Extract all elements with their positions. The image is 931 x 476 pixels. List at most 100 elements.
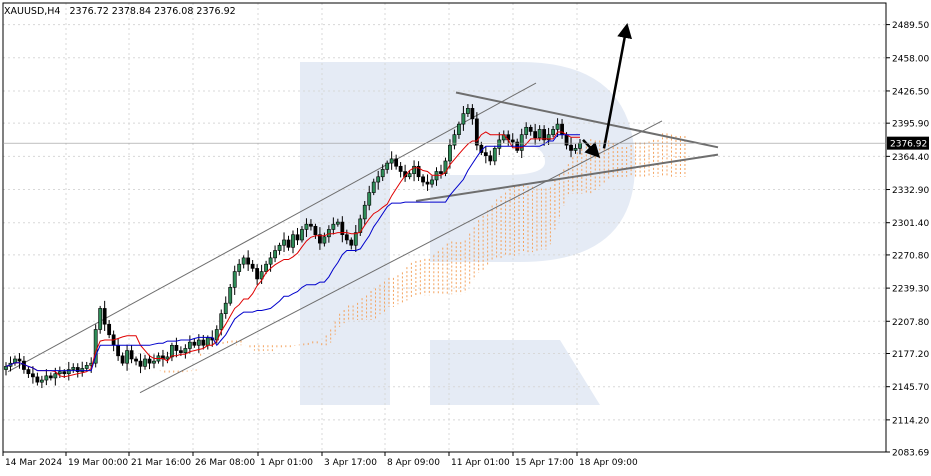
candle-body <box>255 268 260 280</box>
candle-body <box>362 204 367 220</box>
candle-body <box>165 356 170 360</box>
candle-body <box>192 341 197 346</box>
y-tick-label: 2177.20 <box>892 350 929 360</box>
candle-body <box>439 171 443 174</box>
candle-body <box>31 373 35 378</box>
candle-body <box>421 176 425 183</box>
y-tick-label: 2114.20 <box>892 416 929 426</box>
candle-body <box>102 308 107 325</box>
last-price-label: 2376.92 <box>890 140 927 150</box>
candle-body <box>237 263 242 272</box>
candle-body <box>57 371 62 375</box>
candle-body <box>250 263 255 269</box>
y-tick-label: 2426.50 <box>892 87 929 97</box>
candle-body <box>125 350 129 364</box>
chart-area[interactable]: 2489.50 2458.00 2426.50 2395.90 2364.40 2332.… <box>0 0 931 472</box>
candle-body <box>273 250 277 259</box>
candle-body <box>483 152 488 157</box>
y-tick-label: 2083.69 <box>892 449 929 459</box>
y-tick-label: 2207.80 <box>892 318 929 328</box>
y-tick-label: 2301.40 <box>892 219 929 229</box>
y-tick-label: 2364.40 <box>892 153 929 163</box>
candle-body <box>551 129 555 135</box>
candle-body <box>488 155 493 162</box>
candle-body <box>371 181 376 193</box>
x-tick-label: 8 Apr 09:00 <box>387 458 440 468</box>
candle-body <box>120 355 125 364</box>
candle-body <box>353 232 358 246</box>
candle-body <box>147 358 152 364</box>
candle-body <box>4 366 8 370</box>
candle-body <box>407 173 412 178</box>
candle-body <box>17 358 22 362</box>
chart-header: XAUUSD,H4 2376.72 2378.84 2376.08 2376.9… <box>4 6 236 17</box>
candle-body <box>134 358 138 362</box>
candle-body <box>107 323 112 336</box>
candle-body <box>129 350 134 360</box>
x-tick-label: 26 Mar 08:00 <box>195 458 255 468</box>
candle-body <box>344 234 349 241</box>
candle-body <box>264 263 268 272</box>
candle-body <box>313 225 318 236</box>
y-tick-label: 2489.50 <box>892 21 929 31</box>
candle-body <box>510 139 515 143</box>
candle-body <box>53 373 58 379</box>
candle-body <box>573 148 578 151</box>
candle-body <box>219 313 224 330</box>
candle-body <box>291 234 295 248</box>
candle-body <box>524 126 529 135</box>
candle-body <box>286 239 291 248</box>
y-tick-label: 2458.00 <box>892 54 929 64</box>
candle-body <box>196 339 201 346</box>
price-chart[interactable]: 2489.50 2458.00 2426.50 2395.90 2364.40 2332.… <box>0 0 931 472</box>
y-tick-label: 2239.30 <box>892 285 929 295</box>
candle-body <box>246 257 251 265</box>
candle-body <box>326 229 331 238</box>
candle-body <box>152 360 156 364</box>
candle-body <box>309 223 313 227</box>
candle-body <box>367 192 372 206</box>
candle-body <box>385 162 390 170</box>
candle-body <box>178 350 183 353</box>
candle-body <box>425 181 430 185</box>
candle-body <box>457 123 461 135</box>
candle-body <box>80 368 85 372</box>
candle-body <box>470 108 475 120</box>
candle-body <box>201 339 206 346</box>
candle-body <box>304 223 309 230</box>
candle-body <box>380 169 385 178</box>
candle-body <box>461 113 466 125</box>
candle-body <box>555 123 560 130</box>
candle-body <box>533 131 538 139</box>
candle-body <box>452 134 457 146</box>
candle-body <box>300 229 304 241</box>
candle-body <box>569 144 573 151</box>
candle-body <box>170 344 174 358</box>
candle-body <box>394 158 399 167</box>
x-tick-label: 18 Apr 09:00 <box>579 458 638 468</box>
y-tick-label: 2145.70 <box>892 383 929 393</box>
candle-body <box>376 176 381 183</box>
symbol-label: XAUUSD,H4 <box>4 6 60 17</box>
candle-body <box>228 287 233 304</box>
candle-body <box>497 139 502 149</box>
candle-body <box>268 257 273 265</box>
x-tick-label: 19 Mar 00:00 <box>68 458 128 468</box>
candle-body <box>434 171 439 181</box>
candle-body <box>205 337 210 346</box>
candle-body <box>62 371 67 375</box>
x-tick-label: 21 Mar 16:00 <box>131 458 191 468</box>
candle-body <box>430 179 434 185</box>
candle-body <box>183 348 188 353</box>
candle-body <box>349 239 354 246</box>
candle-body <box>223 302 228 315</box>
candle-body <box>98 308 103 330</box>
candle-body <box>116 344 121 357</box>
candle-body <box>241 257 246 265</box>
candle-body <box>492 148 497 162</box>
x-tick-label: 11 Apr 01:00 <box>451 458 510 468</box>
candle-body <box>448 144 452 162</box>
ohlc-values: 2376.72 2378.84 2376.08 2376.92 <box>70 6 236 17</box>
y-tick-label: 2270.80 <box>892 251 929 261</box>
x-tick-label: 3 Apr 17:00 <box>324 458 377 468</box>
